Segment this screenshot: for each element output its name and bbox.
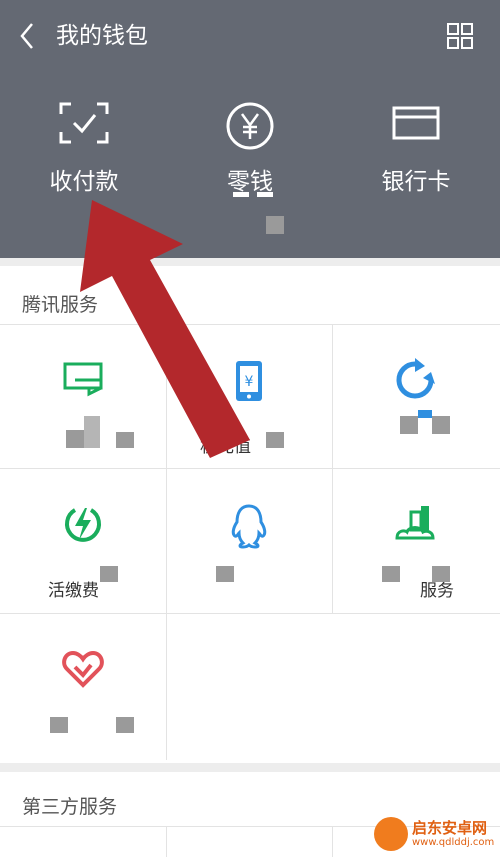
service-item-utilities[interactable]: 活缴费: [0, 468, 166, 613]
mosaic-block: [418, 410, 432, 418]
service-item-mobile-topup[interactable]: ¥ 机充值: [166, 324, 332, 469]
mobile-topup-icon: ¥: [236, 361, 262, 401]
service-item-refresh[interactable]: [332, 324, 498, 469]
mosaic-block: [432, 416, 450, 434]
watermark-url: www.qdlddj.com: [412, 837, 495, 848]
mosaic-block: [266, 432, 284, 448]
mosaic-block: [50, 717, 68, 733]
bank-card-icon: [392, 106, 440, 140]
service-item-wallet[interactable]: [0, 324, 166, 469]
city-icon: [395, 506, 435, 540]
receive-pay-button[interactable]: 收付款: [14, 100, 154, 210]
mosaic-block: [400, 416, 418, 434]
receive-pay-label: 收付款: [49, 169, 119, 195]
section-title: 第三方服务: [22, 796, 118, 818]
grid-menu-icon: [447, 23, 473, 49]
lightning-icon: [65, 508, 101, 542]
grid-divider: [166, 826, 167, 857]
mosaic-block: [432, 566, 450, 582]
scan-check-icon: [59, 102, 109, 144]
balance-mask: [233, 192, 283, 200]
heart-charity-icon: [62, 650, 104, 688]
wallet-header: 我的钱包 收付款 零钱 银行卡: [0, 0, 500, 258]
menu-button[interactable]: [444, 20, 478, 54]
page-title: 我的钱包: [56, 23, 148, 49]
mosaic-block: [382, 566, 400, 582]
svg-text:¥: ¥: [245, 374, 254, 390]
refresh-icon: [396, 358, 435, 399]
mosaic-block: [216, 566, 234, 582]
mosaic-block: [100, 566, 118, 582]
mosaic-block: [266, 216, 284, 234]
chevron-left-icon: [20, 23, 33, 49]
qq-icon: [231, 504, 267, 549]
watermark-name: 启东安卓网: [412, 819, 488, 837]
yen-circle-icon: [226, 102, 274, 150]
section-title: 腾讯服务: [22, 294, 99, 316]
grid-divider: [332, 826, 333, 857]
change-balance-label: 零钱: [227, 169, 273, 195]
bank-card-label: 银行卡: [381, 169, 451, 195]
service-item-city[interactable]: 服务: [332, 468, 498, 613]
watermark-logo-icon: [374, 817, 408, 851]
mosaic-block: [84, 416, 100, 448]
back-button[interactable]: [14, 18, 44, 54]
site-watermark: 启东安卓网 www.qdlddj.com: [368, 815, 500, 855]
mosaic-block: [66, 430, 84, 448]
bank-card-button[interactable]: 银行卡: [346, 100, 486, 210]
mosaic-block: [116, 717, 134, 733]
service-item-qq[interactable]: [166, 468, 332, 613]
mosaic-block: [116, 432, 134, 448]
wallet-card-icon: [63, 362, 103, 397]
service-item-charity[interactable]: [0, 613, 166, 758]
